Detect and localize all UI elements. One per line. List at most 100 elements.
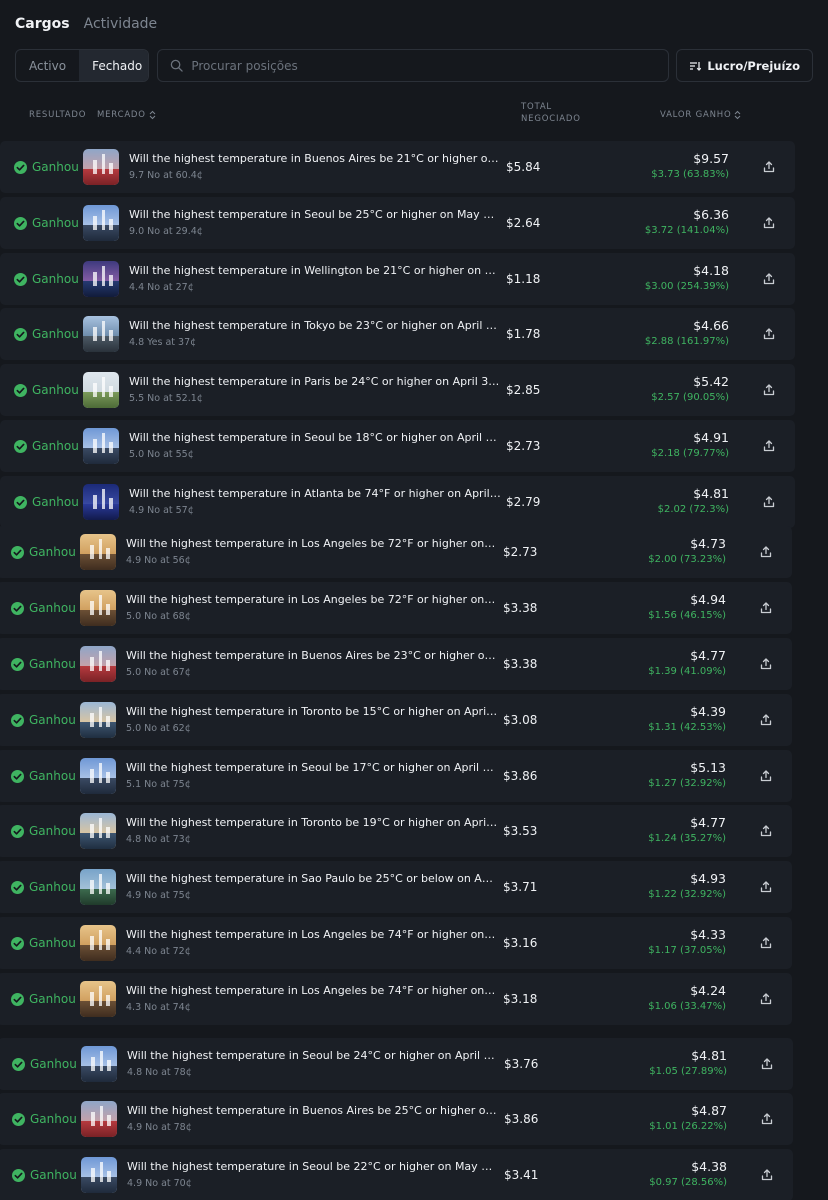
- check-circle-icon: [12, 1057, 25, 1071]
- column-header-total-line2: NEGOCIADO: [521, 114, 581, 124]
- profit-amount: $3.72 (141.04%): [644, 225, 729, 236]
- position-summary: 9.0 No at 29.4¢: [129, 226, 203, 237]
- market-title[interactable]: Will the highest temperature in Seoul be…: [129, 208, 501, 221]
- position-row[interactable]: Ganhou Will the highest temperature in S…: [0, 197, 795, 249]
- total-traded: $3.71: [503, 880, 538, 894]
- share-icon[interactable]: [760, 602, 772, 614]
- search-box[interactable]: [157, 49, 670, 82]
- sort-profit-loss-button[interactable]: Lucro/Prejuízo: [676, 49, 813, 82]
- segment-activo[interactable]: Activo: [16, 50, 79, 81]
- share-icon[interactable]: [760, 825, 772, 837]
- position-row[interactable]: Ganhou Will the highest temperature in L…: [0, 526, 792, 578]
- profit-amount: $1.56 (46.15%): [648, 610, 726, 621]
- value-won: $6.36: [693, 207, 729, 222]
- segment-fechado[interactable]: Fechado: [79, 50, 149, 81]
- market-title[interactable]: Will the highest temperature in Seoul be…: [127, 1160, 499, 1173]
- market-title[interactable]: Will the highest temperature in Seoul be…: [129, 431, 501, 444]
- market-title[interactable]: Will the highest temperature in Buenos A…: [129, 152, 501, 165]
- value-won: $4.24: [690, 983, 726, 998]
- market-title[interactable]: Will the highest temperature in Paris be…: [129, 375, 501, 388]
- total-traded: $2.73: [506, 439, 541, 453]
- market-title[interactable]: Will the highest temperature in Sao Paul…: [126, 872, 498, 885]
- market-title[interactable]: Will the highest temperature in Toronto …: [126, 705, 498, 718]
- status-label: Ganhou: [29, 657, 76, 671]
- sort-label: Lucro/Prejuízo: [707, 58, 800, 73]
- sort-toggle-icon: [149, 110, 156, 120]
- position-row[interactable]: Ganhou Will the highest temperature in T…: [0, 694, 792, 746]
- share-icon[interactable]: [760, 993, 772, 1005]
- result-status: Ganhou: [11, 657, 76, 671]
- share-icon[interactable]: [760, 881, 772, 893]
- position-row[interactable]: Ganhou Will the highest temperature in L…: [0, 582, 792, 634]
- position-row[interactable]: Ganhou Will the highest temperature in B…: [0, 141, 795, 193]
- profit-amount: $1.24 (35.27%): [648, 833, 726, 844]
- market-title[interactable]: Will the highest temperature in Wellingt…: [129, 264, 501, 277]
- status-label: Ganhou: [32, 439, 79, 453]
- share-icon[interactable]: [760, 546, 772, 558]
- position-row[interactable]: Ganhou Will the highest temperature in B…: [0, 638, 792, 690]
- share-icon[interactable]: [763, 328, 775, 340]
- market-thumbnail: [80, 702, 116, 738]
- check-circle-icon: [14, 327, 27, 341]
- tab-actividade[interactable]: Actividade: [84, 16, 158, 42]
- column-header-market[interactable]: MERCADO: [97, 109, 156, 121]
- position-row[interactable]: Ganhou Will the highest temperature in S…: [0, 420, 795, 472]
- tab-cargos[interactable]: Cargos: [15, 16, 70, 42]
- market-thumbnail: [83, 205, 119, 241]
- value-won: $4.66: [693, 318, 729, 333]
- market-title[interactable]: Will the highest temperature in Los Ange…: [126, 593, 498, 606]
- market-title[interactable]: Will the highest temperature in Buenos A…: [126, 649, 498, 662]
- position-row[interactable]: Ganhou Will the highest temperature in W…: [0, 253, 795, 305]
- value-won: $9.57: [693, 151, 729, 166]
- profit-amount: $1.06 (33.47%): [648, 1001, 726, 1012]
- position-summary: 5.0 No at 67¢: [126, 667, 191, 678]
- market-title[interactable]: Will the highest temperature in Los Ange…: [126, 928, 498, 941]
- market-title[interactable]: Will the highest temperature in Seoul be…: [127, 1049, 499, 1062]
- position-row[interactable]: Ganhou Will the highest temperature in S…: [0, 1149, 793, 1200]
- market-title[interactable]: Will the highest temperature in Los Ange…: [126, 984, 498, 997]
- share-icon[interactable]: [763, 273, 775, 285]
- position-row[interactable]: Ganhou Will the highest temperature in S…: [0, 861, 792, 913]
- value-won: $5.13: [690, 760, 726, 775]
- value-won: $4.73: [690, 536, 726, 551]
- column-header-value[interactable]: VALOR GANHO: [660, 109, 741, 121]
- share-icon[interactable]: [763, 496, 775, 508]
- market-thumbnail: [80, 758, 116, 794]
- position-summary: 4.4 No at 72¢: [126, 946, 191, 957]
- position-row[interactable]: Ganhou Will the highest temperature in S…: [0, 750, 792, 802]
- share-icon[interactable]: [763, 384, 775, 396]
- check-circle-icon: [11, 713, 24, 727]
- share-icon[interactable]: [760, 770, 772, 782]
- share-icon[interactable]: [763, 217, 775, 229]
- market-title[interactable]: Will the highest temperature in Buenos A…: [127, 1104, 499, 1117]
- market-title[interactable]: Will the highest temperature in Atlanta …: [129, 487, 501, 500]
- position-row[interactable]: Ganhou Will the highest temperature in L…: [0, 917, 792, 969]
- market-title[interactable]: Will the highest temperature in Toronto …: [126, 816, 498, 829]
- share-icon[interactable]: [763, 161, 775, 173]
- position-row[interactable]: Ganhou Will the highest temperature in B…: [0, 1093, 793, 1145]
- market-title[interactable]: Will the highest temperature in Los Ange…: [126, 537, 498, 550]
- share-icon[interactable]: [760, 658, 772, 670]
- share-icon[interactable]: [761, 1058, 773, 1070]
- position-row[interactable]: Ganhou Will the highest temperature in T…: [0, 308, 795, 360]
- market-title[interactable]: Will the highest temperature in Seoul be…: [126, 761, 498, 774]
- market-thumbnail: [83, 372, 119, 408]
- position-row[interactable]: Ganhou Will the highest temperature in T…: [0, 805, 792, 857]
- result-status: Ganhou: [11, 992, 76, 1006]
- result-status: Ganhou: [14, 216, 79, 230]
- share-icon[interactable]: [761, 1113, 773, 1125]
- search-input[interactable]: [191, 58, 642, 73]
- share-icon[interactable]: [760, 937, 772, 949]
- position-row[interactable]: Ganhou Will the highest temperature in L…: [0, 973, 792, 1025]
- position-row[interactable]: Ganhou Will the highest temperature in S…: [0, 1038, 793, 1090]
- value-won: $4.91: [693, 430, 729, 445]
- share-icon[interactable]: [760, 714, 772, 726]
- position-row[interactable]: Ganhou Will the highest temperature in A…: [0, 476, 795, 528]
- profit-amount: $1.17 (37.05%): [648, 945, 726, 956]
- result-status: Ganhou: [11, 601, 76, 615]
- share-icon[interactable]: [763, 440, 775, 452]
- position-row[interactable]: Ganhou Will the highest temperature in P…: [0, 364, 795, 416]
- profit-amount: $1.05 (27.89%): [649, 1066, 727, 1077]
- market-title[interactable]: Will the highest temperature in Tokyo be…: [129, 319, 501, 332]
- share-icon[interactable]: [761, 1169, 773, 1181]
